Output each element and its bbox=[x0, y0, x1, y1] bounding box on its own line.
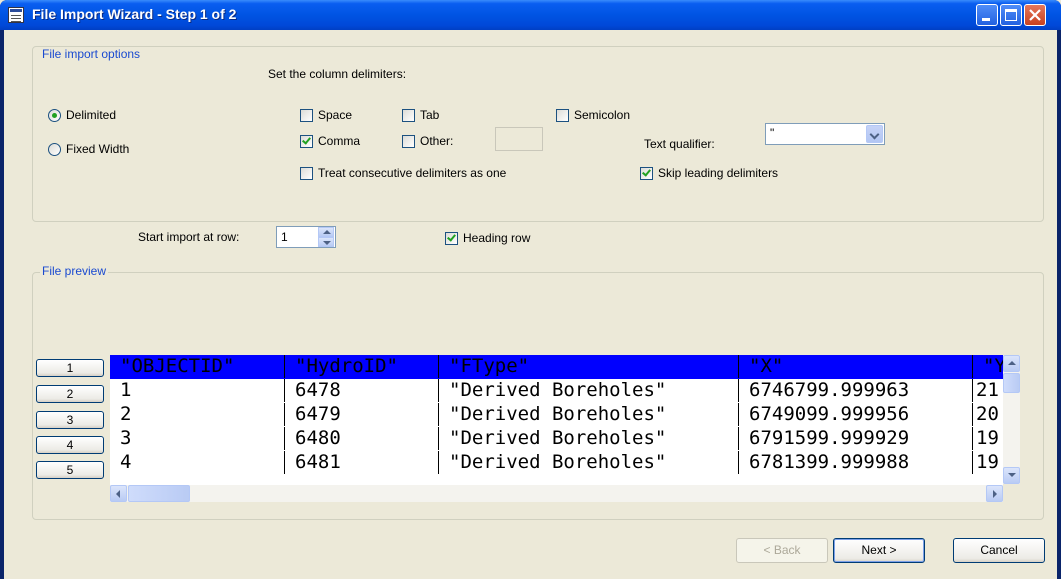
semicolon-checkbox[interactable] bbox=[556, 109, 569, 122]
file-preview-grid[interactable]: "OBJECTID" "HydroID" "FType" "X" "Y" 1 6… bbox=[110, 355, 1003, 485]
preview-vertical-scrollbar[interactable] bbox=[1003, 355, 1020, 484]
row-number-button[interactable]: 1 bbox=[36, 359, 104, 377]
file-preview-title: File preview bbox=[40, 264, 109, 278]
next-button[interactable]: Next > bbox=[833, 538, 925, 563]
table-cell: 1 bbox=[120, 379, 132, 401]
table-cell: 20 bbox=[972, 403, 1003, 426]
scroll-up-button[interactable] bbox=[1003, 355, 1020, 372]
table-cell: 6478 bbox=[284, 379, 438, 402]
start-row-value: 1 bbox=[281, 230, 288, 244]
table-cell: 19 bbox=[972, 451, 1003, 474]
close-icon bbox=[1029, 9, 1041, 21]
scroll-left-button[interactable] bbox=[110, 485, 127, 502]
skip-leading-checkbox[interactable] bbox=[640, 167, 653, 180]
table-row: 2 6479 "Derived Boreholes" 6749099.99995… bbox=[110, 403, 1003, 427]
start-row-decrement[interactable] bbox=[318, 237, 334, 247]
table-cell: 6480 bbox=[284, 427, 438, 450]
vertical-scroll-thumb[interactable] bbox=[1003, 373, 1020, 393]
arrow-up-icon bbox=[1008, 361, 1016, 365]
title-bar[interactable]: File Import Wizard - Step 1 of 2 bbox=[0, 0, 1061, 30]
cancel-button[interactable]: Cancel bbox=[953, 538, 1045, 563]
other-label[interactable]: Other: bbox=[420, 134, 453, 148]
delimited-label[interactable]: Delimited bbox=[66, 108, 116, 122]
text-qualifier-select[interactable]: " bbox=[765, 123, 885, 145]
comma-checkbox[interactable] bbox=[300, 135, 313, 148]
scroll-right-button[interactable] bbox=[986, 485, 1003, 502]
text-qualifier-dropdown-button[interactable] bbox=[866, 125, 883, 143]
chevron-down-icon bbox=[869, 129, 880, 140]
other-delimiter-input[interactable] bbox=[495, 127, 543, 151]
table-cell: "Derived Boreholes" bbox=[438, 379, 738, 402]
scroll-down-button[interactable] bbox=[1003, 467, 1020, 484]
file-import-options-title: File import options bbox=[40, 47, 143, 61]
row-number-button[interactable]: 2 bbox=[36, 385, 104, 403]
delimited-radio[interactable] bbox=[48, 109, 61, 122]
space-label[interactable]: Space bbox=[318, 108, 352, 122]
header-cell: "HydroID" bbox=[284, 355, 438, 378]
header-cell: "OBJECTID" bbox=[120, 355, 235, 377]
text-qualifier-value: " bbox=[770, 126, 775, 140]
arrow-down-icon bbox=[323, 241, 331, 245]
back-button[interactable]: < Back bbox=[736, 538, 828, 563]
header-cell: "Y" bbox=[972, 355, 1003, 378]
table-icon bbox=[8, 7, 24, 23]
text-qualifier-label: Text qualifier: bbox=[644, 137, 715, 151]
row-number-button[interactable]: 5 bbox=[36, 461, 104, 479]
table-cell: 6791599.999929 bbox=[738, 427, 972, 450]
table-cell: 2 bbox=[120, 403, 132, 425]
table-cell: 3 bbox=[120, 427, 132, 449]
maximize-icon bbox=[1005, 9, 1017, 21]
table-row: 3 6480 "Derived Boreholes" 6791599.99992… bbox=[110, 427, 1003, 451]
row-number-button[interactable]: 3 bbox=[36, 411, 104, 429]
comma-label[interactable]: Comma bbox=[318, 134, 360, 148]
arrow-up-icon bbox=[323, 230, 331, 234]
table-cell: 6479 bbox=[284, 403, 438, 426]
tab-label[interactable]: Tab bbox=[420, 108, 439, 122]
skip-leading-label[interactable]: Skip leading delimiters bbox=[658, 166, 778, 180]
row-number-button[interactable]: 4 bbox=[36, 436, 104, 454]
semicolon-label[interactable]: Semicolon bbox=[574, 108, 630, 122]
window-title: File Import Wizard - Step 1 of 2 bbox=[32, 6, 237, 22]
arrow-down-icon bbox=[1008, 473, 1016, 477]
table-cell: 6746799.999963 bbox=[738, 379, 972, 402]
header-cell: "X" bbox=[738, 355, 972, 378]
file-import-wizard-window: File Import Wizard - Step 1 of 2 File im… bbox=[0, 0, 1061, 579]
minimize-button[interactable] bbox=[976, 4, 998, 26]
table-cell: "Derived Boreholes" bbox=[438, 427, 738, 450]
table-cell: 6749099.999956 bbox=[738, 403, 972, 426]
arrow-right-icon bbox=[993, 490, 997, 498]
header-cell: "FType" bbox=[438, 355, 738, 378]
treat-consecutive-label[interactable]: Treat consecutive delimiters as one bbox=[318, 166, 506, 180]
start-import-label: Start import at row: bbox=[138, 230, 240, 244]
table-cell: 4 bbox=[120, 451, 132, 473]
close-button[interactable] bbox=[1024, 4, 1046, 26]
preview-horizontal-scrollbar[interactable] bbox=[110, 485, 1003, 502]
arrow-left-icon bbox=[116, 490, 120, 498]
maximize-button[interactable] bbox=[1000, 4, 1022, 26]
preview-header-row: "OBJECTID" "HydroID" "FType" "X" "Y" bbox=[110, 355, 1003, 379]
table-row: 4 6481 "Derived Boreholes" 6781399.99998… bbox=[110, 451, 1003, 475]
table-cell: 6781399.999988 bbox=[738, 451, 972, 474]
table-row: 1 6478 "Derived Boreholes" 6746799.99996… bbox=[110, 379, 1003, 403]
heading-row-checkbox[interactable] bbox=[445, 232, 458, 245]
tab-checkbox[interactable] bbox=[402, 109, 415, 122]
start-row-stepper[interactable]: 1 bbox=[276, 226, 336, 248]
start-row-increment[interactable] bbox=[318, 227, 334, 237]
minimize-icon bbox=[982, 18, 990, 21]
table-cell: 19 bbox=[972, 427, 1003, 450]
other-checkbox[interactable] bbox=[402, 135, 415, 148]
heading-row-label[interactable]: Heading row bbox=[463, 231, 530, 245]
horizontal-scroll-thumb[interactable] bbox=[128, 485, 190, 502]
table-cell: "Derived Boreholes" bbox=[438, 451, 738, 474]
table-cell: 6481 bbox=[284, 451, 438, 474]
space-checkbox[interactable] bbox=[300, 109, 313, 122]
table-cell: "Derived Boreholes" bbox=[438, 403, 738, 426]
window-client-area: File import options Set the column delim… bbox=[4, 30, 1057, 579]
fixed-width-label[interactable]: Fixed Width bbox=[66, 142, 129, 156]
delimiters-heading: Set the column delimiters: bbox=[268, 67, 407, 81]
table-cell: 21 bbox=[972, 379, 1003, 402]
fixed-width-radio[interactable] bbox=[48, 143, 61, 156]
treat-consecutive-checkbox[interactable] bbox=[300, 167, 313, 180]
